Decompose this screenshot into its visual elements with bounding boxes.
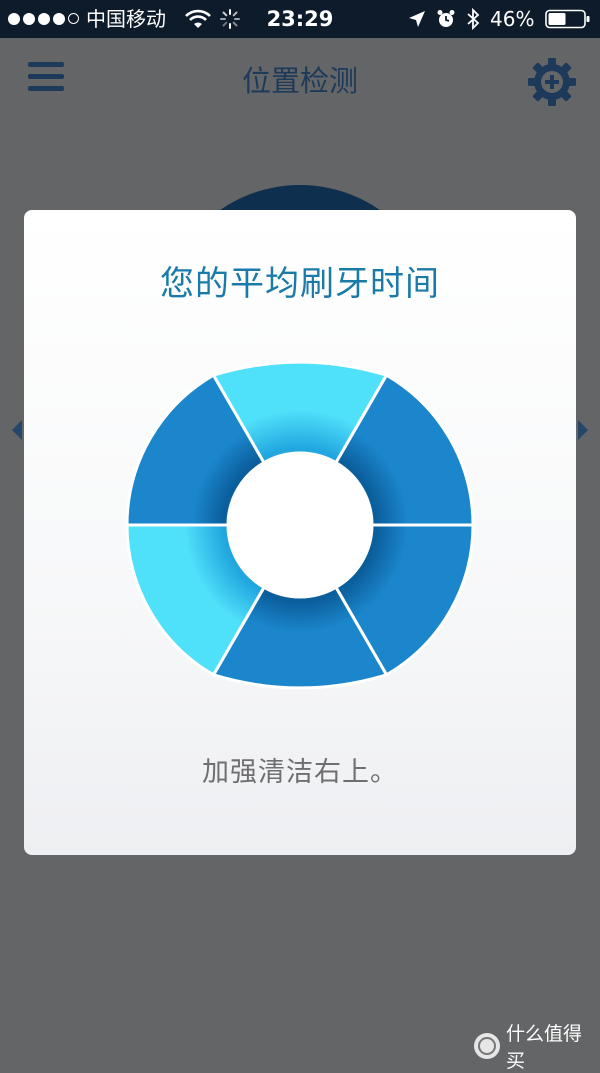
donut-center (228, 453, 372, 597)
status-time: 23:29 (266, 7, 334, 31)
bluetooth-icon (467, 8, 480, 30)
wifi-icon (185, 9, 211, 28)
location-arrow-icon (409, 11, 425, 27)
activity-spinner-icon (220, 9, 240, 29)
battery-icon (545, 9, 590, 29)
battery-percentage: 46% (490, 7, 535, 31)
card-message: 加强清洁右上。 (202, 757, 398, 788)
status-bar: 中国移动 23:29 46% (0, 0, 600, 38)
brushing-time-card[interactable]: 您的平均刷牙时间 加强清洁右上。 (24, 210, 576, 855)
chevron-left-icon (12, 420, 22, 440)
card-title: 您的平均刷牙时间 (160, 264, 440, 304)
watermark: 什么值得买 (474, 1023, 600, 1072)
chevron-right-icon (578, 420, 588, 440)
signal-strength-icon (8, 11, 79, 27)
watermark-logo (474, 1033, 500, 1059)
mouth-zone-donut (126, 360, 474, 690)
carrier-name: 中国移动 (86, 7, 166, 31)
nav-bar: 位置检测 (0, 38, 600, 118)
alarm-clock-icon (437, 10, 455, 27)
gear-plus-icon[interactable] (526, 56, 578, 108)
page-title: 位置检测 (241, 64, 358, 98)
